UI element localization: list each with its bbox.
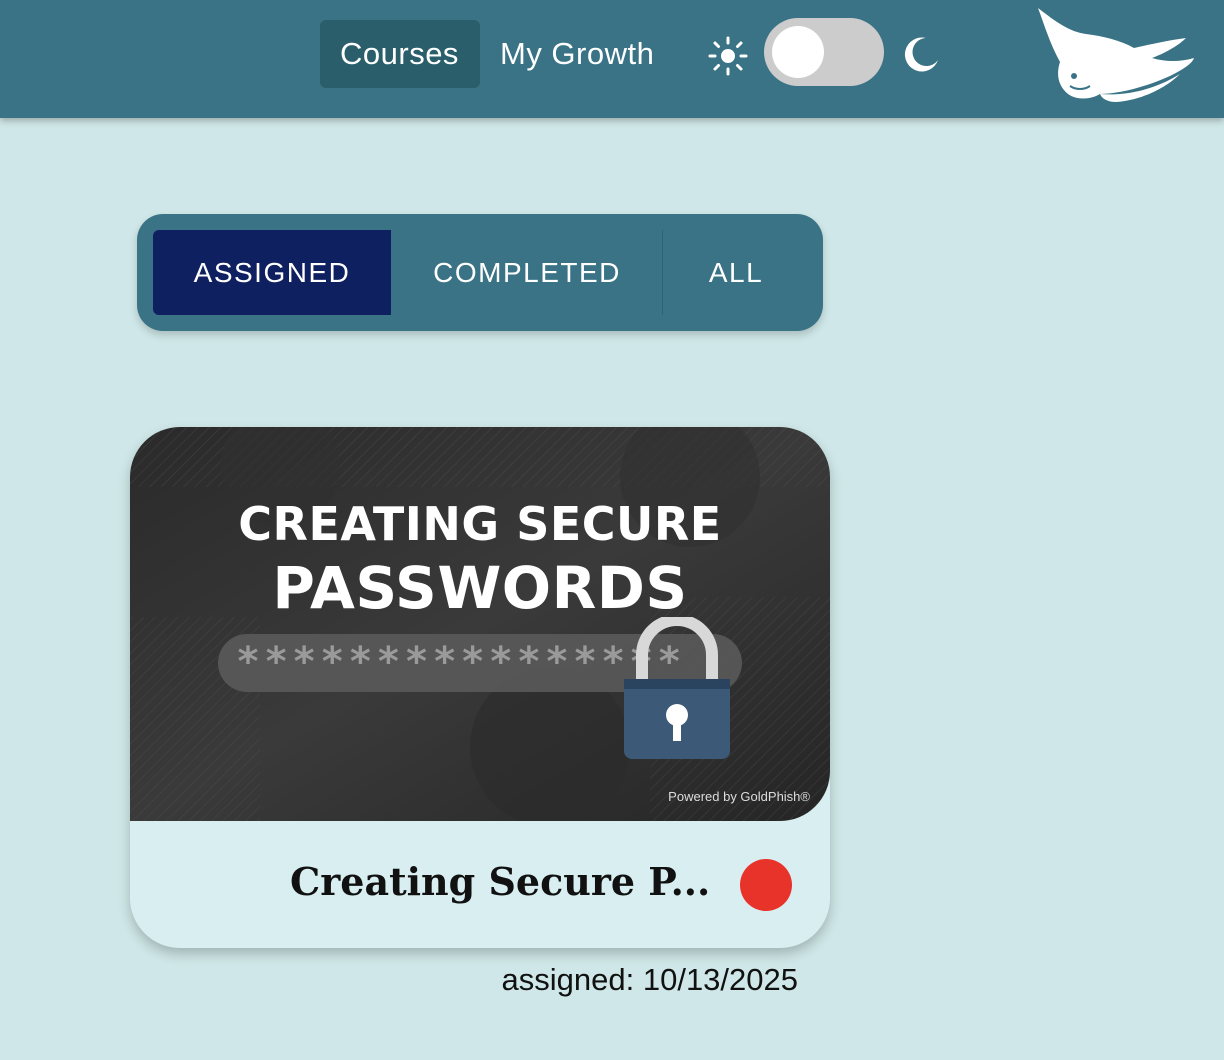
thumbnail-title-line2: PASSWORDS — [272, 554, 688, 622]
toggle-knob — [772, 26, 824, 78]
sun-icon — [708, 36, 748, 76]
assigned-date: assigned: 10/13/2025 — [501, 962, 798, 997]
tab-assigned[interactable]: ASSIGNED — [153, 230, 391, 315]
nav-my-growth-button[interactable]: My Growth — [480, 20, 676, 88]
course-title: Creating Secure P... — [290, 859, 711, 904]
top-nav-bar: Courses My Growth — [0, 0, 1224, 118]
thumbnail-title-line1: CREATING SECURE — [238, 497, 722, 551]
tab-divider — [662, 230, 663, 315]
nav-courses-button[interactable]: Courses — [320, 20, 480, 88]
thumbnail-credit: Powered by GoldPhish® — [668, 789, 810, 804]
padlock-icon — [624, 617, 730, 759]
status-indicator — [740, 859, 792, 911]
course-filter-tabs: ASSIGNED COMPLETED ALL — [137, 214, 823, 331]
moon-icon — [904, 37, 938, 72]
course-card[interactable]: CREATING SECURE PASSWORDS **************… — [130, 427, 830, 948]
course-thumbnail: CREATING SECURE PASSWORDS **************… — [130, 427, 830, 821]
manta-ray-logo[interactable] — [1030, 4, 1196, 104]
tab-completed[interactable]: COMPLETED — [391, 230, 663, 315]
tab-all[interactable]: ALL — [664, 230, 808, 315]
theme-toggle[interactable] — [764, 18, 884, 86]
